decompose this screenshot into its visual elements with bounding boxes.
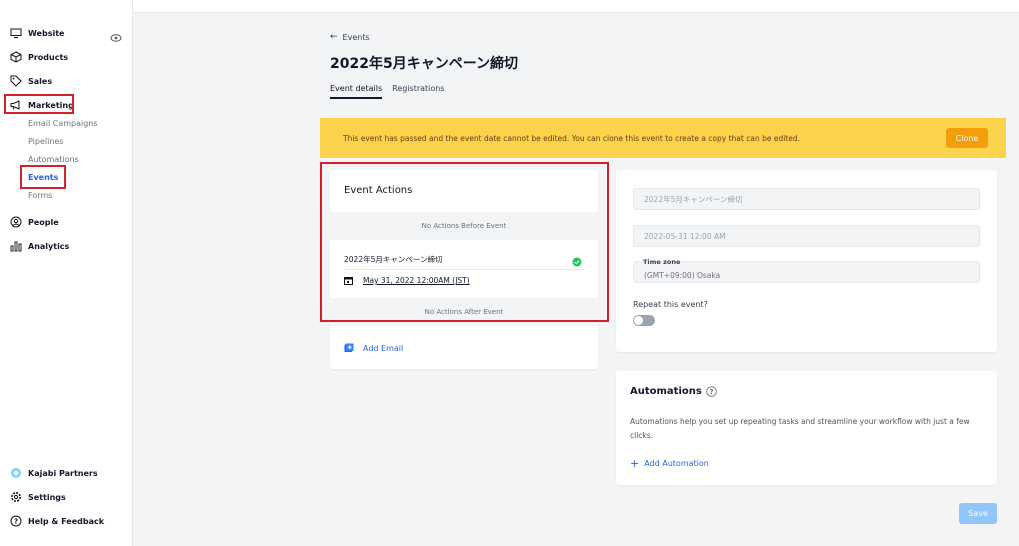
automations-description: Automations help you set up repeating ta… bbox=[630, 417, 970, 440]
repeat-label: Repeat this event? bbox=[633, 300, 708, 309]
back-label: Events bbox=[342, 32, 370, 42]
box-icon bbox=[10, 51, 22, 63]
partners-icon bbox=[10, 467, 22, 479]
back-link[interactable]: ← Events bbox=[330, 32, 370, 42]
plus-icon: + bbox=[630, 457, 640, 470]
sidebar-item-settings[interactable]: Settings bbox=[10, 488, 66, 506]
arrow-left-icon: ← bbox=[330, 32, 338, 42]
clone-button[interactable]: Clone bbox=[946, 128, 988, 148]
add-email-label: Add Email bbox=[363, 343, 404, 353]
page-title: 2022年5月キャンペーン締切 bbox=[330, 56, 519, 72]
person-icon bbox=[10, 216, 22, 228]
add-box-icon bbox=[344, 343, 354, 353]
sidebar-sub-email-campaigns[interactable]: Email Campaigns bbox=[28, 119, 98, 128]
svg-text:?: ? bbox=[709, 388, 713, 396]
add-automation-label: Add Automation bbox=[644, 459, 709, 468]
sidebar-item-label: Kajabi Partners bbox=[28, 468, 98, 478]
gear-icon bbox=[10, 491, 22, 503]
add-email-button[interactable]: Add Email bbox=[344, 343, 403, 353]
tab-event-details[interactable]: Event details bbox=[330, 84, 383, 99]
sidebar: Website Products Sales Marketing Email C… bbox=[0, 0, 133, 546]
sidebar-item-analytics[interactable]: Analytics bbox=[10, 237, 69, 255]
banner-text: This event has passed and the event date… bbox=[343, 133, 800, 143]
help-icon: ? bbox=[10, 515, 22, 527]
automations-title: Automations ? bbox=[630, 386, 717, 397]
event-details-card: 2022年5月キャンペーン締切 2022-05-31 12:00 AM (GMT… bbox=[616, 170, 997, 352]
repeat-toggle[interactable] bbox=[633, 315, 655, 326]
sidebar-item-products[interactable]: Products bbox=[10, 48, 68, 66]
sidebar-item-help[interactable]: ? Help & Feedback bbox=[10, 512, 104, 530]
sidebar-item-kajabi-partners[interactable]: Kajabi Partners bbox=[10, 464, 98, 482]
event-date-field[interactable]: 2022-05-31 12:00 AM bbox=[633, 225, 980, 247]
automations-card: Automations ? Automations help you set u… bbox=[616, 371, 997, 485]
sidebar-item-label: Settings bbox=[28, 492, 66, 502]
sidebar-item-label: Sales bbox=[28, 76, 53, 86]
sidebar-sub-pipelines[interactable]: Pipelines bbox=[28, 137, 63, 146]
top-bar bbox=[133, 0, 1019, 13]
sidebar-item-label: Help & Feedback bbox=[28, 516, 105, 526]
timezone-label: Time zone bbox=[643, 258, 681, 266]
sidebar-item-label: Products bbox=[28, 52, 69, 62]
timezone-field[interactable]: (GMT+09:00) Osaka bbox=[633, 261, 980, 283]
automations-title-text: Automations bbox=[630, 386, 702, 397]
tag-icon bbox=[10, 75, 22, 87]
bar-chart-icon bbox=[10, 240, 22, 252]
highlight-box bbox=[320, 162, 609, 322]
svg-text:?: ? bbox=[14, 518, 18, 526]
sidebar-item-website[interactable]: Website bbox=[10, 24, 64, 42]
toggle-knob bbox=[634, 316, 643, 325]
tab-registrations[interactable]: Registrations bbox=[392, 84, 444, 99]
sidebar-item-label: Website bbox=[28, 28, 65, 38]
highlight-box bbox=[20, 165, 66, 189]
tabs: Event details Registrations bbox=[330, 84, 455, 99]
sidebar-item-label: Analytics bbox=[28, 241, 70, 251]
sidebar-item-sales[interactable]: Sales bbox=[10, 72, 52, 90]
sidebar-sub-automations[interactable]: Automations bbox=[28, 155, 79, 164]
eye-icon[interactable] bbox=[110, 28, 122, 42]
sidebar-sub-forms[interactable]: Forms bbox=[28, 191, 52, 200]
event-name-field[interactable]: 2022年5月キャンペーン締切 bbox=[633, 188, 980, 210]
monitor-icon bbox=[10, 27, 22, 39]
sidebar-item-label: People bbox=[28, 217, 59, 227]
warning-banner: This event has passed and the event date… bbox=[320, 118, 1006, 158]
sidebar-item-people[interactable]: People bbox=[10, 213, 59, 231]
highlight-box bbox=[4, 94, 74, 114]
save-button[interactable]: Save bbox=[959, 503, 997, 524]
add-automation-button[interactable]: + Add Automation bbox=[630, 457, 709, 470]
question-circle-icon[interactable]: ? bbox=[706, 386, 717, 397]
